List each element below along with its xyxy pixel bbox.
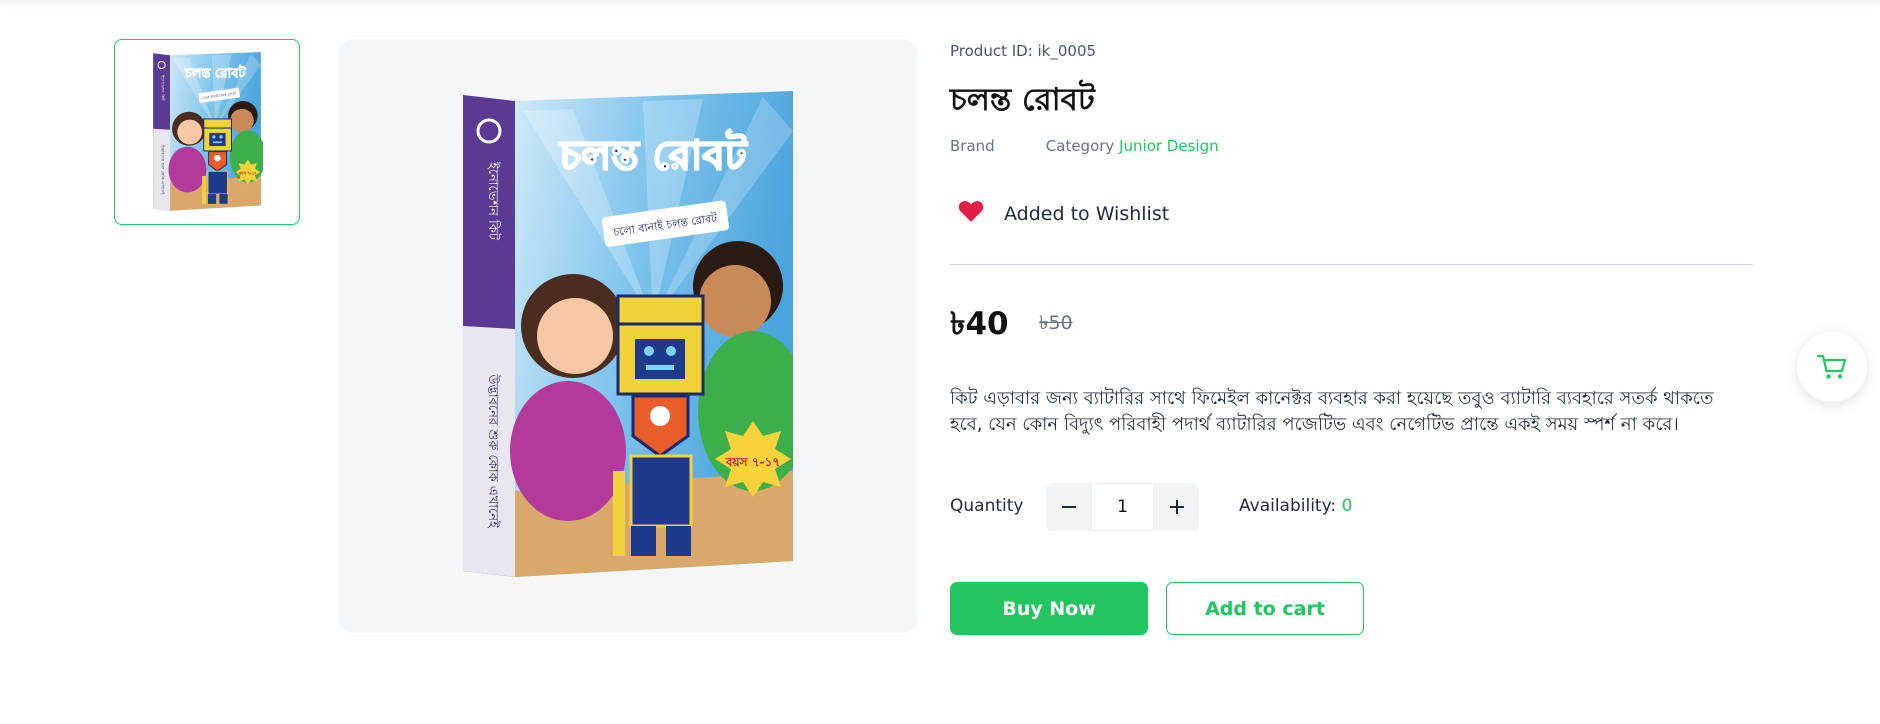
current-price: ৳40: [950, 306, 1009, 342]
heart-icon: [958, 199, 984, 228]
old-price: ৳50: [1039, 312, 1073, 334]
increase-quantity-button[interactable]: [1154, 483, 1199, 531]
product-thumbnail[interactable]: [114, 39, 300, 225]
floating-cart-button[interactable]: [1797, 332, 1867, 402]
divider: [950, 264, 1753, 265]
product-info: Product ID: ik_0005 চলন্ত রোবট Brand Cat…: [950, 0, 1755, 724]
availability: Availability: 0: [1239, 496, 1352, 516]
product-meta: Brand Category Junior Design: [950, 137, 1219, 155]
quantity-label: Quantity: [950, 496, 1024, 516]
minus-icon: [1061, 506, 1076, 508]
wishlist-toggle[interactable]: Added to Wishlist: [958, 199, 1169, 228]
category-value-link[interactable]: Junior Design: [1119, 137, 1219, 155]
buy-now-button[interactable]: Buy Now: [950, 582, 1148, 635]
product-image: চলন্ত রোবট চলো বানাই চলন্ত রোবট বয়স ৭-১…: [463, 91, 793, 581]
wishlist-label: Added to Wishlist: [1004, 202, 1170, 225]
quantity-value[interactable]: 1: [1091, 483, 1154, 531]
thumbnail-image: [152, 52, 263, 212]
product-title: চলন্ত রোবট: [950, 82, 1095, 118]
product-image-panel: চলন্ত রোবট চলো বানাই চলন্ত রোবট বয়স ৭-১…: [339, 39, 917, 633]
category-label: Category: [1045, 137, 1115, 155]
availability-value: 0: [1341, 496, 1353, 516]
product-description: কিট এড়াবার জন্য ব্যাটারির সাথে ফিমেইল ক…: [950, 388, 1714, 435]
quantity-stepper: 1: [1046, 483, 1199, 531]
plus-icon: [1169, 500, 1184, 514]
brand-label: Brand: [950, 137, 995, 155]
availability-label: Availability:: [1239, 496, 1337, 516]
cart-icon: [1817, 354, 1847, 379]
add-to-cart-button[interactable]: Add to cart: [1166, 582, 1364, 635]
product-id: Product ID: ik_0005: [950, 42, 1097, 60]
decrease-quantity-button[interactable]: [1046, 483, 1091, 531]
